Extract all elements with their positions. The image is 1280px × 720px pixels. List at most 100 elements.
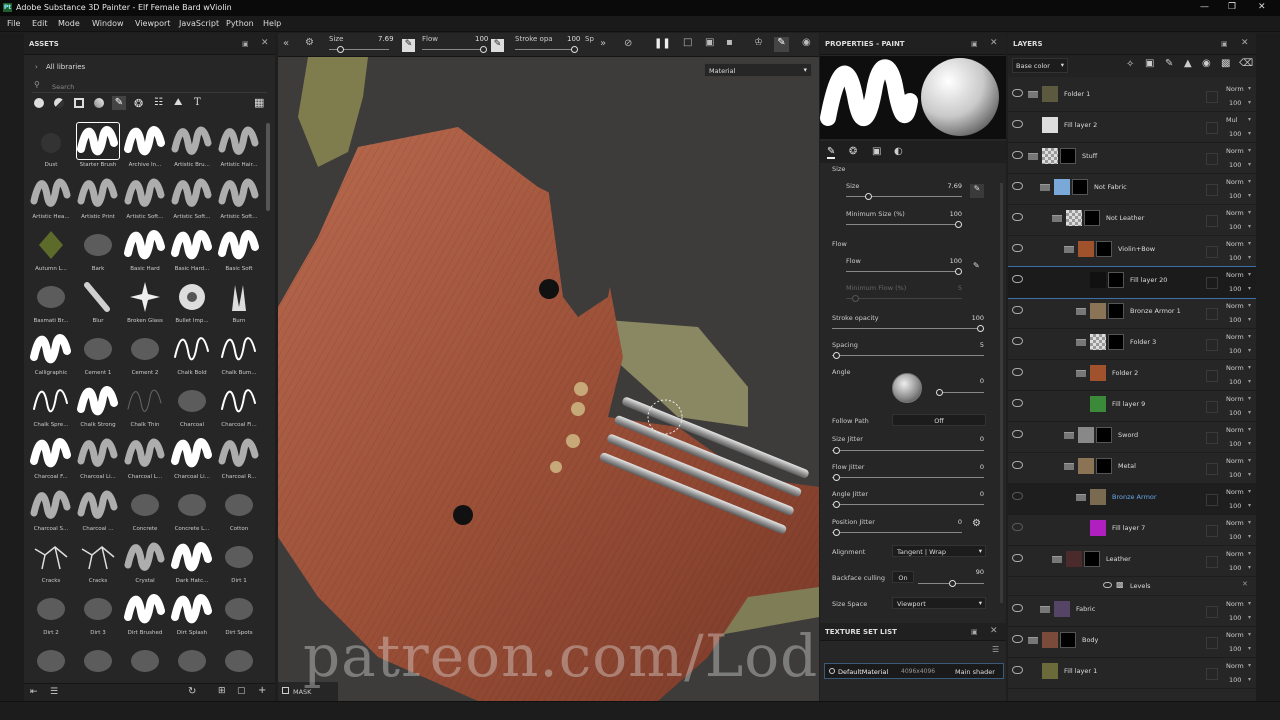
chevron-down-icon[interactable]: ▾ (1248, 99, 1251, 106)
visibility-eye-icon[interactable] (1012, 635, 1023, 643)
brush-thumbnail[interactable]: Artistic Hea... (28, 173, 74, 225)
chevron-down-icon[interactable]: ▾ (1248, 550, 1251, 557)
menu-python[interactable]: Python (226, 19, 254, 28)
layer-name[interactable]: Metal (1118, 462, 1136, 470)
folder-icon[interactable] (1040, 606, 1050, 613)
size-value[interactable]: 7.69 (930, 182, 962, 190)
layer-opacity[interactable]: 100 (1229, 440, 1241, 448)
brush-thumbnail[interactable]: Chalk Spre... (28, 381, 74, 433)
materials-filter-icon[interactable] (34, 98, 44, 108)
brush-thumbnail[interactable]: Cement 1 (75, 329, 121, 381)
delete-icon[interactable]: ⌫ (1239, 58, 1253, 69)
size-space-dropdown[interactable]: Viewport ▾ (892, 597, 986, 609)
layer-opacity[interactable]: 100 (1229, 223, 1241, 231)
brush-thumbnail[interactable]: Broken Glass (122, 277, 168, 329)
angle-slider[interactable] (940, 392, 984, 393)
chevron-down-icon[interactable]: ▾ (1248, 271, 1251, 278)
layer-row[interactable]: Fill layer 7 Norm ▾ 100 ▾ (1008, 515, 1256, 546)
properties-scrollbar[interactable] (1000, 183, 1003, 603)
chevron-down-icon[interactable]: ▾ (1248, 564, 1251, 571)
chevron-down-icon[interactable]: ▾ (1248, 519, 1251, 526)
layer-select-box[interactable] (1206, 556, 1218, 568)
layer-name[interactable]: Fabric (1076, 605, 1095, 613)
angle-jitter-value[interactable]: 0 (950, 490, 984, 498)
layer-thumbnail[interactable] (1054, 601, 1070, 617)
layer-row[interactable]: ▩ Levels ✕ (1008, 577, 1256, 596)
blend-mode[interactable]: Norm (1226, 519, 1244, 527)
layer-select-box[interactable] (1206, 432, 1218, 444)
chevron-down-icon[interactable]: ▾ (1248, 364, 1251, 371)
texture-set-row[interactable]: DefaultMaterial 4096x4096 Main shader (824, 663, 1004, 679)
layer-thumbnail[interactable] (1090, 272, 1106, 288)
layer-opacity[interactable]: 100 (1229, 285, 1241, 293)
chevron-down-icon[interactable]: ▾ (1248, 178, 1251, 185)
chevron-down-icon[interactable]: ▾ (1248, 533, 1251, 540)
layer-thumbnail[interactable] (1042, 117, 1058, 133)
chevron-down-icon[interactable]: ▾ (1248, 614, 1251, 621)
folder-add-icon[interactable]: ▩ (1221, 58, 1230, 69)
layer-thumbnail[interactable] (1090, 520, 1106, 536)
layer-select-box[interactable] (1206, 370, 1218, 382)
visibility-eye-icon[interactable] (1012, 151, 1023, 159)
brush-thumbnail[interactable]: Autumn L... (28, 225, 74, 277)
chevron-down-icon[interactable]: ▾ (1248, 130, 1251, 137)
chevron-down-icon[interactable]: ▾ (1248, 378, 1251, 385)
layer-thumbnail[interactable] (1090, 489, 1106, 505)
search-box[interactable]: ⚲ Search (32, 79, 267, 93)
tab-alpha-icon[interactable]: ❂ (849, 146, 857, 157)
layer-row[interactable]: Folder 1 Norm ▾ 100 ▾ (1008, 81, 1256, 112)
layer-thumbnail[interactable] (1090, 396, 1106, 412)
chevron-right-icon[interactable]: » (600, 38, 606, 49)
brush-thumbnail[interactable]: Dirt 3 (75, 589, 121, 641)
settings-gear-icon[interactable]: ⚙ (972, 518, 981, 529)
blend-mode[interactable]: Norm (1226, 600, 1244, 608)
layer-select-box[interactable] (1206, 215, 1218, 227)
brush-thumbnail[interactable] (216, 641, 262, 679)
symmetry-icon[interactable]: ⊘ (624, 38, 632, 49)
list-icon[interactable]: ☰ (50, 687, 58, 697)
visibility-eye-icon[interactable] (1012, 399, 1023, 407)
brush-thumbnail[interactable]: Charcoal S... (28, 485, 74, 537)
visibility-eye-icon[interactable] (1012, 554, 1023, 562)
brush-thumbnail[interactable]: Chalk Thin (122, 381, 168, 433)
folder-icon[interactable] (1052, 556, 1062, 563)
chevron-left-icon[interactable]: « (283, 38, 289, 49)
layer-opacity[interactable]: 100 (1229, 564, 1241, 572)
layer-mask-thumbnail[interactable] (1108, 272, 1124, 288)
float-icon[interactable]: ▣ (242, 40, 249, 48)
blend-mode[interactable]: Norm (1226, 488, 1244, 496)
layer-name[interactable]: Not Fabric (1094, 183, 1127, 191)
flow-pressure-icon[interactable]: ✎ (491, 39, 504, 52)
layer-select-box[interactable] (1206, 668, 1218, 680)
layer-row[interactable]: Metal Norm ▾ 100 ▾ (1008, 453, 1256, 484)
stroke-opacity-slider[interactable] (832, 328, 984, 329)
visibility-eye-icon[interactable] (1012, 604, 1023, 612)
min-size-value[interactable]: 100 (930, 210, 962, 218)
flow-value[interactable]: 100 (475, 35, 488, 43)
layer-name[interactable]: Bronze Armor 1 (1130, 307, 1181, 315)
brush-thumbnail[interactable]: Basic Hard... (169, 225, 215, 277)
float-icon[interactable]: ▣ (971, 628, 978, 636)
angle-handle[interactable] (936, 389, 943, 396)
blend-mode[interactable]: Norm (1226, 147, 1244, 155)
layer-select-box[interactable] (1206, 122, 1218, 134)
chevron-down-icon[interactable]: ▾ (1248, 631, 1251, 638)
brush-thumbnail[interactable]: Chalk Strong (75, 381, 121, 433)
blend-mode[interactable]: Norm (1226, 364, 1244, 372)
chevron-down-icon[interactable]: ▾ (1248, 161, 1251, 168)
brush-thumbnail[interactable]: Burn (216, 277, 262, 329)
brush-thumbnail[interactable]: Basmati Br... (28, 277, 74, 329)
grid-view-icon[interactable]: ▦ (254, 96, 264, 109)
angle-dial[interactable] (892, 373, 922, 403)
minimize-icon[interactable]: — (1200, 2, 1209, 12)
brush-thumbnail[interactable]: Archive In... (122, 121, 168, 173)
backface-angle-value[interactable]: 90 (960, 568, 984, 576)
collapse-icon[interactable]: ⇤ (30, 687, 38, 697)
layer-select-box[interactable] (1206, 184, 1218, 196)
folder-icon[interactable] (1076, 370, 1086, 377)
layer-row[interactable]: Fill layer 1 Norm ▾ 100 ▾ (1008, 658, 1256, 689)
brush-thumbnail[interactable]: Cracks (75, 537, 121, 589)
layer-row[interactable]: Violin+Bow Norm ▾ 100 ▾ (1008, 236, 1256, 267)
brush-thumbnail[interactable]: Calligraphic (28, 329, 74, 381)
size-jitter-value[interactable]: 0 (950, 435, 984, 443)
